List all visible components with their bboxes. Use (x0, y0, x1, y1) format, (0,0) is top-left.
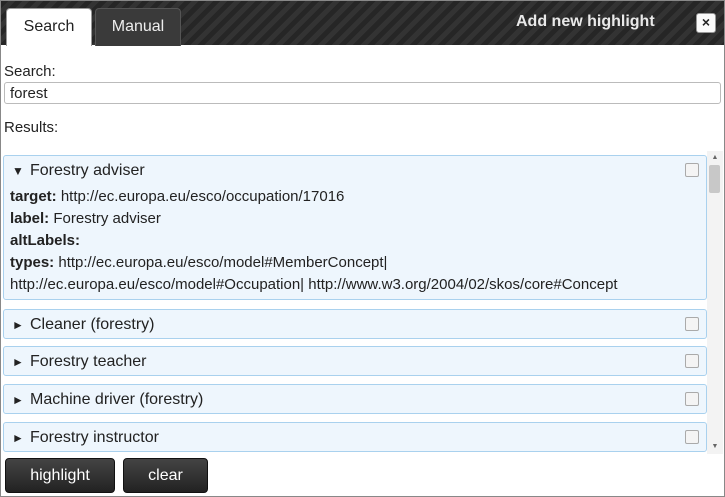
select-checkbox[interactable] (685, 163, 699, 177)
collapse-arrow-icon[interactable]: ▼ (12, 163, 24, 179)
expand-arrow-icon[interactable]: ► (12, 392, 24, 408)
detail-target: target: http://ec.europa.eu/esco/occupat… (10, 186, 700, 208)
search-input[interactable] (4, 82, 721, 104)
result-item-header[interactable]: ▼ Forestry adviser (4, 156, 706, 186)
result-item-forestry-adviser: ▼ Forestry adviser target: http://ec.eur… (3, 155, 707, 300)
detail-types: types: http://ec.europa.eu/esco/model#Me… (10, 252, 700, 274)
detail-target-value: http://ec.europa.eu/esco/occupation/1701… (60, 188, 345, 205)
highlight-button[interactable]: highlight (5, 458, 115, 493)
result-item-forestry-instructor[interactable]: ► Forestry instructor (3, 422, 707, 452)
detail-altlabels: altLabels: (10, 230, 700, 252)
detail-label-key: label: (10, 210, 50, 227)
result-item-header[interactable]: ► Cleaner (forestry) (4, 310, 706, 340)
select-checkbox[interactable] (685, 430, 699, 444)
detail-target-key: target: (10, 188, 57, 205)
result-details: target: http://ec.europa.eu/esco/occupat… (4, 186, 706, 296)
tab-search[interactable]: Search (6, 8, 92, 46)
result-item-header[interactable]: ► Forestry teacher (4, 347, 706, 377)
dialog-titlebar: Search Manual Add new highlight × (1, 1, 724, 46)
select-checkbox[interactable] (685, 392, 699, 406)
select-checkbox[interactable] (685, 317, 699, 331)
result-item-label[interactable]: Forestry adviser (30, 162, 145, 180)
scroll-up-icon[interactable]: ▲ (707, 151, 723, 165)
close-icon[interactable]: × (696, 13, 716, 33)
detail-label: label: Forestry adviser (10, 208, 700, 230)
result-item-label[interactable]: Machine driver (forestry) (30, 391, 203, 409)
result-item-label[interactable]: Forestry instructor (30, 429, 159, 447)
detail-types-key: types: (10, 254, 55, 271)
result-item-label[interactable]: Cleaner (forestry) (30, 316, 154, 334)
detail-label-value: Forestry adviser (53, 210, 161, 227)
result-item-cleaner-forestry[interactable]: ► Cleaner (forestry) (3, 309, 707, 339)
select-checkbox[interactable] (685, 354, 699, 368)
results-label: Results: (4, 119, 59, 136)
tab-manual[interactable]: Manual (95, 8, 181, 46)
result-item-machine-driver-forestry[interactable]: ► Machine driver (forestry) (3, 384, 707, 414)
expand-arrow-icon[interactable]: ► (12, 354, 24, 370)
detail-types-value-line1: http://ec.europa.eu/esco/model#MemberCon… (58, 254, 388, 271)
results-scrollbar[interactable]: ▲ ▼ (707, 151, 723, 454)
scroll-down-icon[interactable]: ▼ (707, 440, 723, 454)
add-highlight-dialog: Search Manual Add new highlight × Search… (0, 0, 725, 497)
expand-arrow-icon[interactable]: ► (12, 430, 24, 446)
results-list: ▼ Forestry adviser target: http://ec.eur… (3, 153, 707, 453)
dialog-title: Add new highlight (516, 13, 655, 30)
result-item-forestry-teacher[interactable]: ► Forestry teacher (3, 346, 707, 376)
result-item-header[interactable]: ► Forestry instructor (4, 423, 706, 453)
detail-types-continued: http://ec.europa.eu/esco/model#Occupatio… (10, 274, 700, 296)
result-item-header[interactable]: ► Machine driver (forestry) (4, 385, 706, 415)
detail-altlabels-key: altLabels: (10, 232, 81, 249)
detail-types-value-line2: http://ec.europa.eu/esco/model#Occupatio… (10, 276, 618, 293)
expand-arrow-icon[interactable]: ► (12, 317, 24, 333)
search-label: Search: (4, 63, 56, 80)
scroll-thumb[interactable] (709, 165, 720, 193)
result-item-label[interactable]: Forestry teacher (30, 353, 146, 371)
clear-button[interactable]: clear (123, 458, 208, 493)
